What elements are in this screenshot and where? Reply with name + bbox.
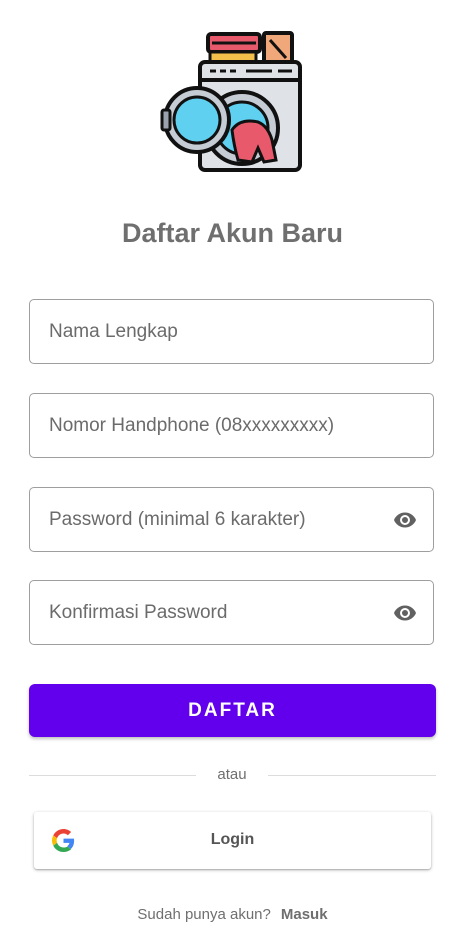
confirm-password-input[interactable] bbox=[30, 581, 433, 644]
google-login-label: Login bbox=[210, 831, 255, 848]
login-prompt: Sudah punya akun? Masuk bbox=[0, 906, 465, 923]
eye-icon[interactable] bbox=[391, 601, 419, 625]
full-name-field-container bbox=[29, 299, 434, 364]
register-button[interactable]: DAFTAR bbox=[29, 684, 436, 737]
divider-line-left bbox=[29, 775, 196, 776]
page-title: Daftar Akun Baru bbox=[121, 218, 344, 248]
google-login-button[interactable]: Login bbox=[34, 812, 431, 869]
login-link[interactable]: Masuk bbox=[281, 906, 328, 923]
full-name-input[interactable] bbox=[30, 300, 433, 363]
eye-icon[interactable] bbox=[391, 508, 419, 532]
password-field-container bbox=[29, 487, 434, 552]
washing-machine-icon bbox=[160, 31, 302, 172]
phone-field-container bbox=[29, 393, 434, 458]
divider-text: atau bbox=[217, 766, 247, 783]
confirm-password-field-container bbox=[29, 580, 434, 645]
password-input[interactable] bbox=[30, 488, 433, 551]
login-prompt-text: Sudah punya akun? bbox=[137, 906, 271, 923]
divider-line-right bbox=[268, 775, 436, 776]
phone-input[interactable] bbox=[30, 394, 433, 457]
